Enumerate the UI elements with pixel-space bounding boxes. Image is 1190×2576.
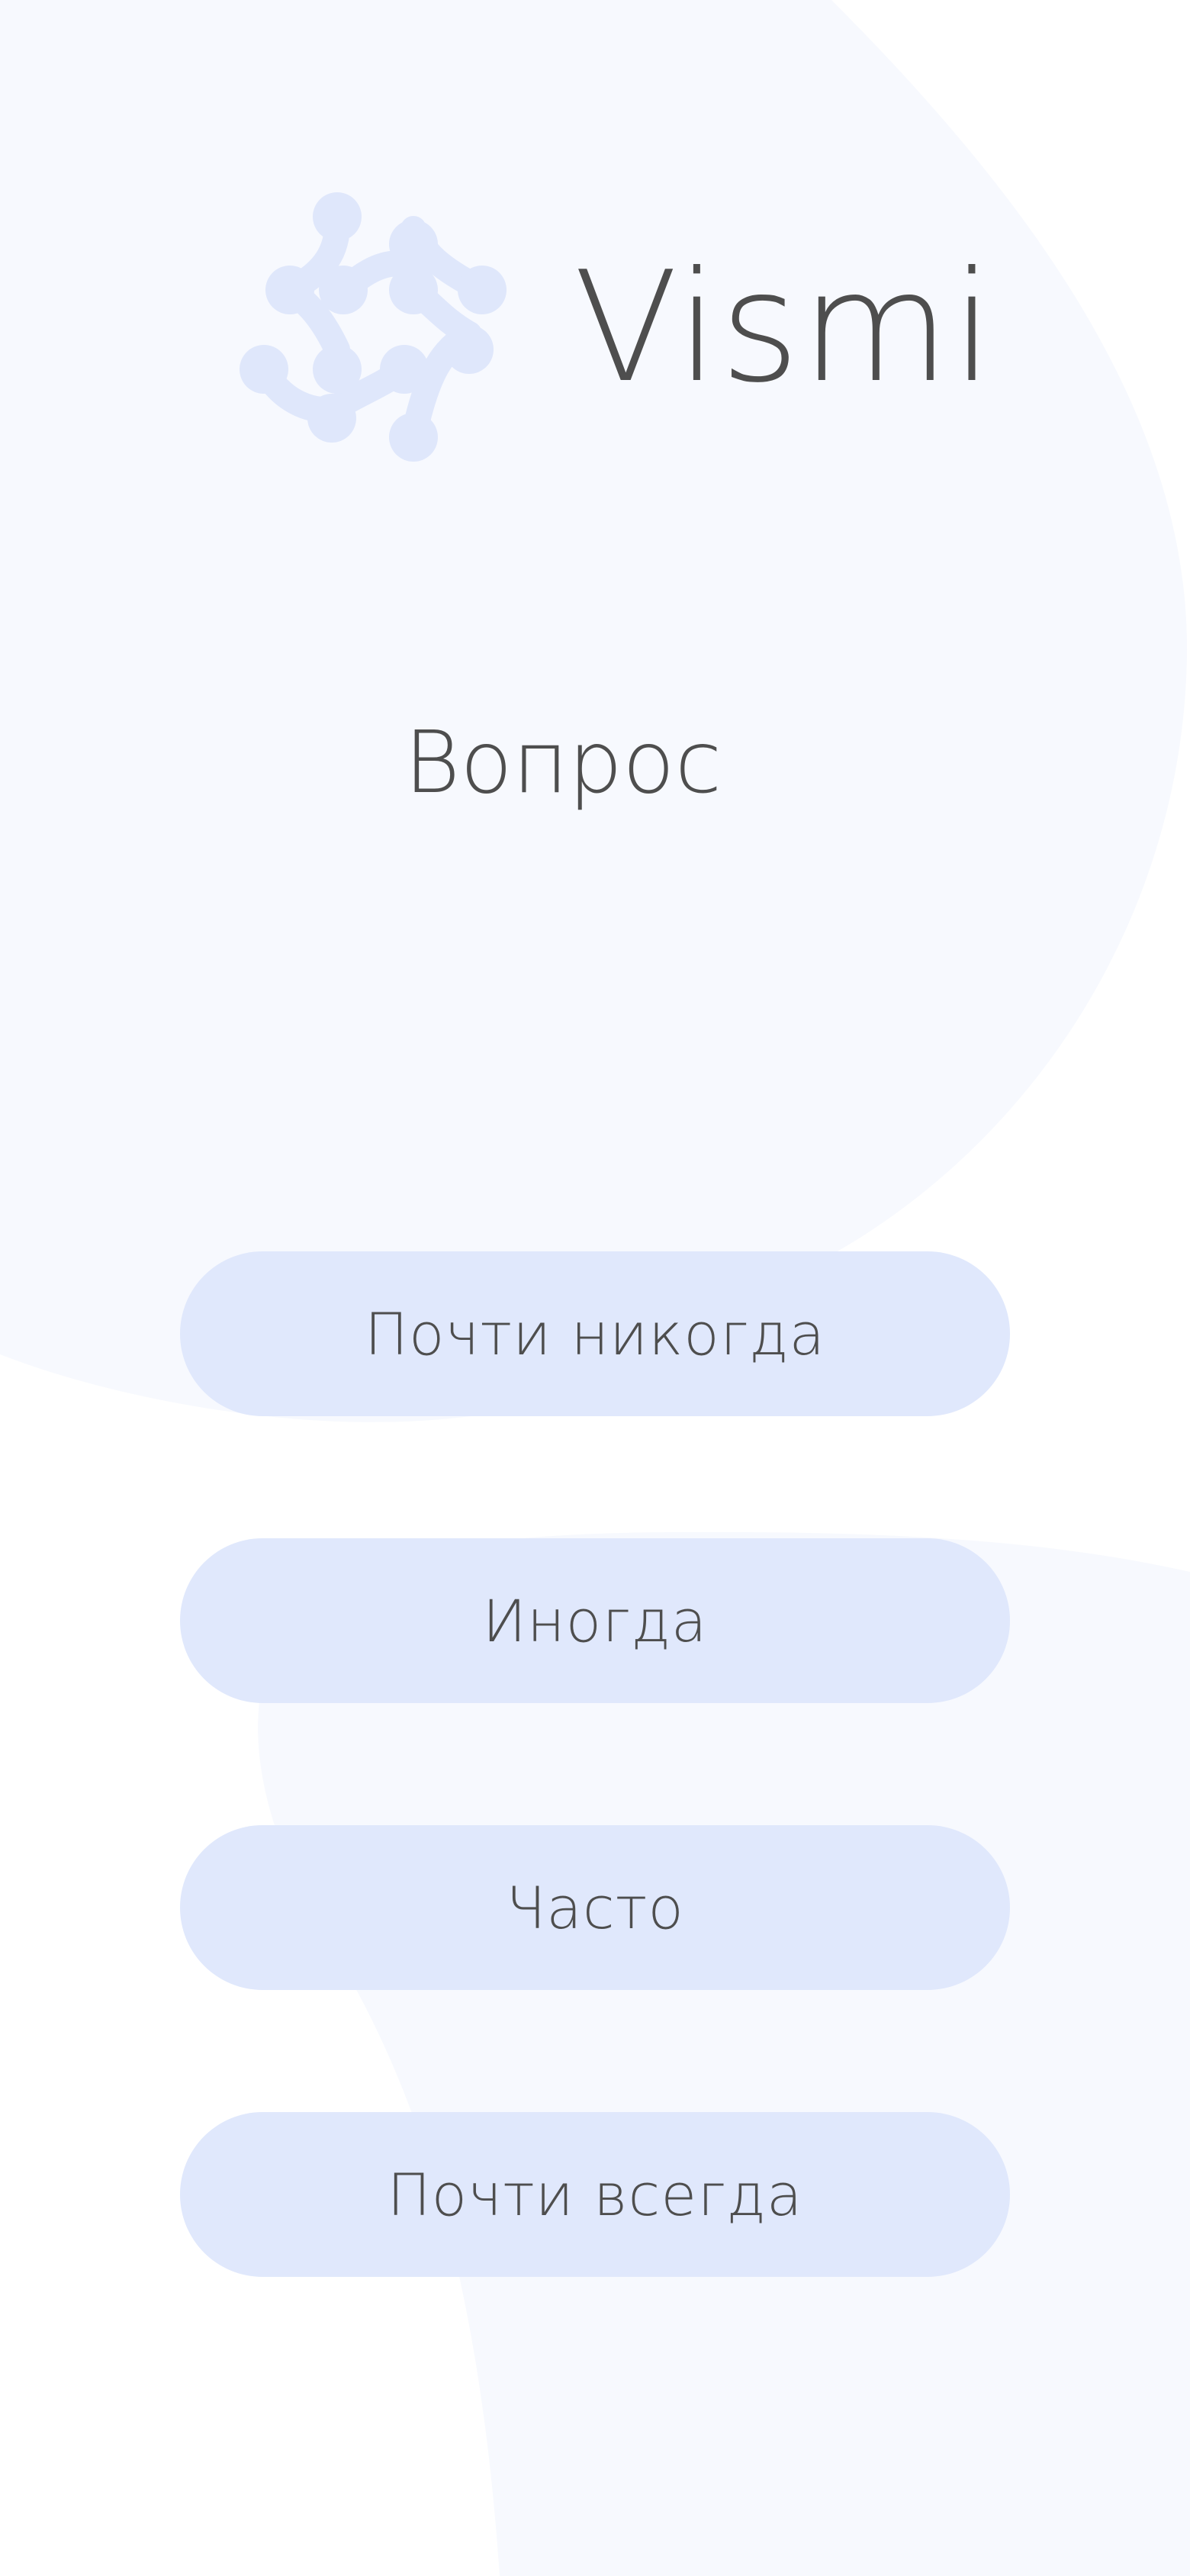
question-screen: Vismi Вопрос Почти никогда Иногда Часто … xyxy=(0,0,1190,2576)
answer-almost-never-button[interactable]: Почти никогда xyxy=(180,1251,1010,1416)
question-title: Вопрос xyxy=(404,713,722,813)
app-name: Vismi xyxy=(574,239,995,417)
answer-options: Почти никогда Иногда Часто Почти всегда xyxy=(180,1251,1010,2399)
answer-often-button[interactable]: Часто xyxy=(180,1825,1010,1990)
molecule-swirl-icon xyxy=(240,192,507,462)
answer-almost-always-button[interactable]: Почти всегда xyxy=(180,2112,1010,2277)
answer-sometimes-button[interactable]: Иногда xyxy=(180,1538,1010,1703)
